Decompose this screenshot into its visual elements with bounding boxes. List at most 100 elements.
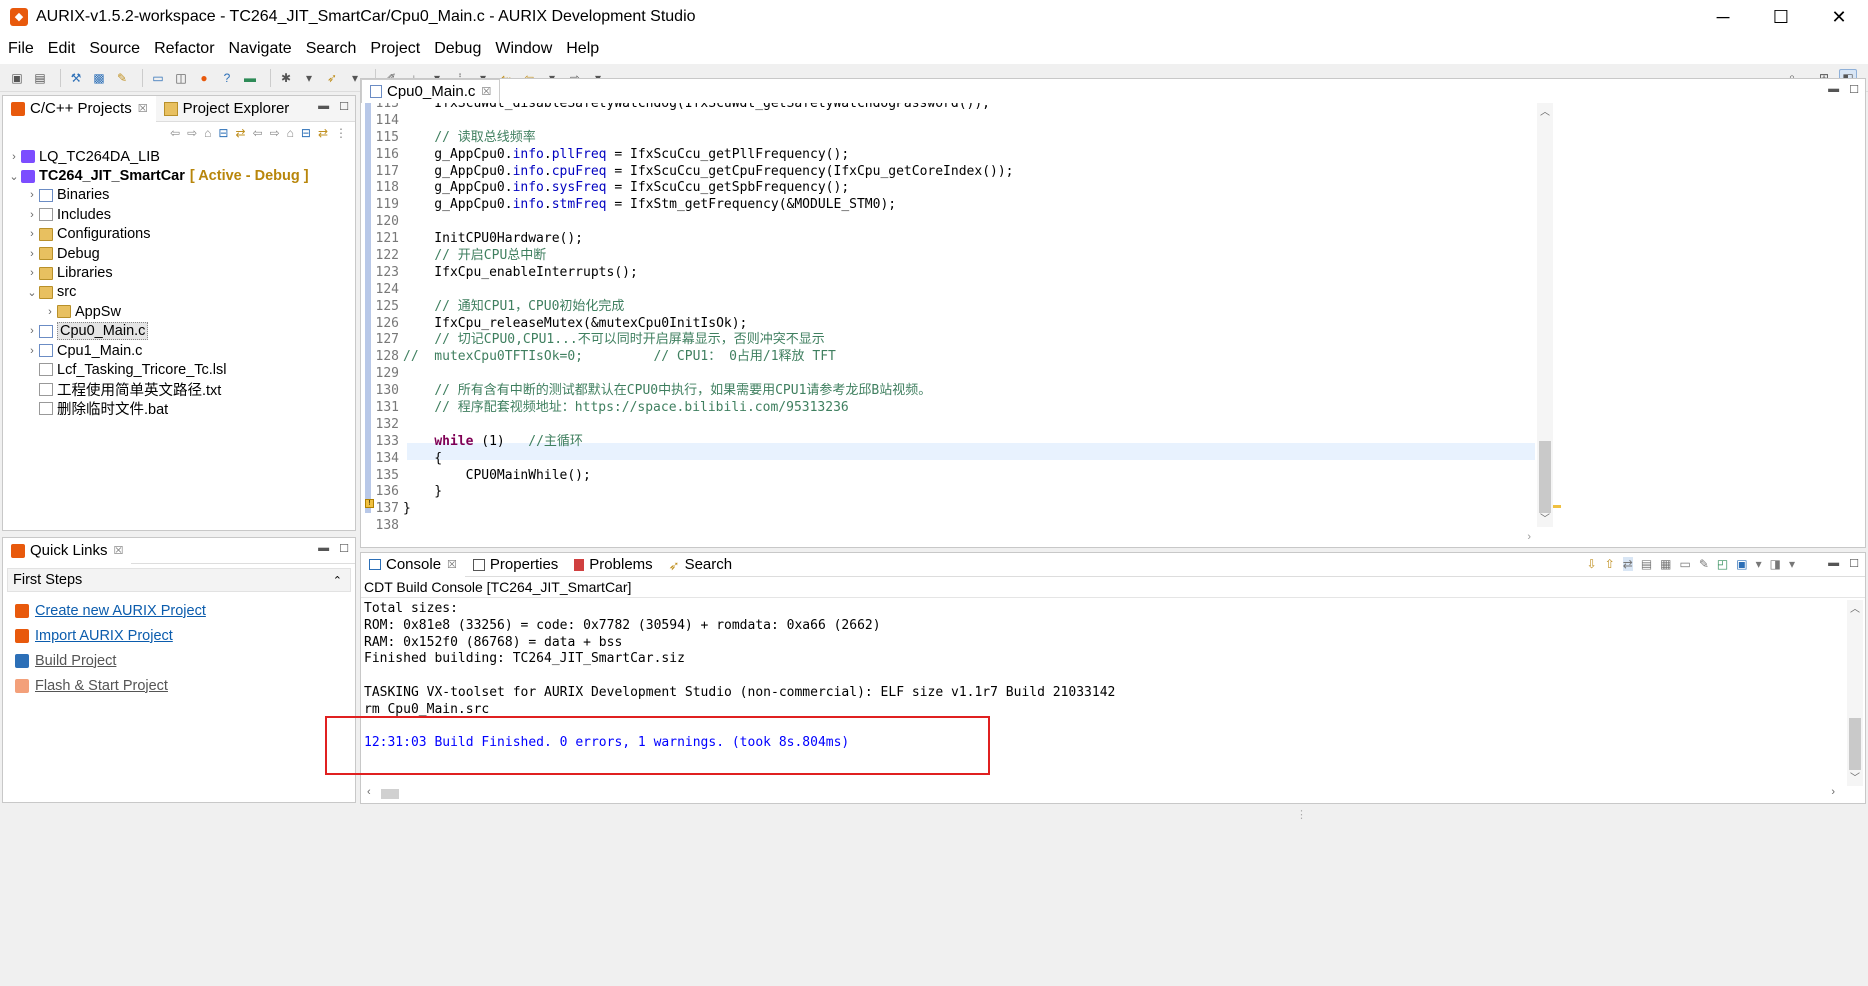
chevron-right-icon[interactable]: › — [25, 248, 39, 260]
home-2-icon[interactable]: ⌂ — [287, 126, 294, 140]
first-steps-section[interactable]: First Steps ⌃ — [7, 568, 351, 592]
chevron-right-icon[interactable]: › — [43, 306, 57, 318]
console-scroll-thumb[interactable] — [1849, 718, 1861, 770]
menu-file[interactable]: File — [8, 40, 34, 58]
collapse-all-2-icon[interactable]: ⊟ — [301, 126, 311, 140]
menu-debug[interactable]: Debug — [434, 40, 481, 58]
view-menu-icon[interactable]: ⋮ — [335, 126, 347, 140]
quick-link-label[interactable]: Create new AURIX Project — [35, 603, 206, 619]
scroll-lock-up-icon[interactable]: ⇧ — [1605, 557, 1615, 571]
close-button[interactable]: ✕ — [1810, 0, 1868, 34]
maximize-view-icon[interactable]: ☐ — [339, 100, 349, 113]
tree-item[interactable]: › Debug — [3, 244, 355, 263]
tab-cpu0-main[interactable]: Cpu0_Main.c ☒ — [361, 79, 501, 103]
show-console-icon[interactable]: ▭ — [1680, 557, 1691, 571]
chevron-down-icon[interactable]: ⌄ — [25, 286, 39, 299]
tab-search[interactable]: ➶ Search — [661, 553, 740, 577]
scroll-up-arrow[interactable]: ︿ — [1537, 103, 1553, 118]
tree-item[interactable]: › Binaries — [3, 186, 355, 205]
tab-cpp-projects[interactable]: C/C++ Projects ☒ — [3, 95, 156, 122]
save-icon[interactable]: ▣ — [8, 69, 26, 87]
editor-hscrollbar[interactable]: › — [361, 531, 1537, 547]
scroll-down-arrow[interactable]: ﹀ — [1537, 510, 1553, 525]
chevron-right-icon[interactable]: › — [25, 267, 39, 279]
tree-item[interactable]: › Includes — [3, 205, 355, 224]
scroll-thumb[interactable] — [1539, 441, 1551, 513]
tree-item[interactable]: Lcf_Tasking_Tricore_Tc.lsl — [3, 360, 355, 379]
chevron-right-icon[interactable]: › — [25, 209, 39, 221]
tree-item[interactable]: 工程使用简单英文路径.txt — [3, 380, 355, 399]
close-console-icon[interactable]: ☒ — [447, 558, 457, 571]
window-icon[interactable]: ◫ — [172, 69, 190, 87]
tree-item[interactable]: › Configurations — [3, 225, 355, 244]
forward-nav-2-icon[interactable]: ⇨ — [270, 126, 280, 140]
minimize-quick-links-icon[interactable]: ▬ — [318, 542, 329, 555]
minimize-button[interactable]: ─ — [1694, 0, 1752, 34]
chat-icon[interactable]: ▬ — [241, 69, 259, 87]
tab-quick-links[interactable]: Quick Links ☒ — [3, 537, 132, 564]
back-nav-icon[interactable]: ⇦ — [170, 126, 180, 140]
tree-item[interactable]: › Libraries — [3, 263, 355, 282]
tree-item[interactable]: 删除临时文件.bat — [3, 399, 355, 418]
chevron-right-icon[interactable]: › — [7, 151, 21, 163]
tree-item[interactable]: › Cpu0_Main.c — [3, 322, 355, 341]
maximize-button[interactable]: ☐ — [1752, 0, 1810, 34]
close-tab-icon[interactable]: ☒ — [138, 102, 148, 115]
new-console-icon[interactable]: ◰ — [1717, 557, 1728, 571]
console-vscrollbar[interactable]: ︿ ﹀ — [1847, 600, 1863, 786]
debug-icon[interactable]: ✱ — [277, 69, 295, 87]
tree-item[interactable]: ⌄ src — [3, 283, 355, 302]
link-editor-icon[interactable]: ⇄ — [235, 126, 245, 140]
maximize-editor-icon[interactable]: ☐ — [1849, 83, 1859, 96]
maximize-quick-links-icon[interactable]: ☐ — [339, 542, 349, 555]
menu-edit[interactable]: Edit — [48, 40, 76, 58]
chevron-right-icon[interactable]: › — [25, 228, 39, 240]
debug-dropdown-icon[interactable]: ▾ — [300, 69, 318, 87]
console-scroll-left[interactable]: ‹ — [367, 786, 371, 798]
console-scroll-up[interactable]: ︿ — [1847, 600, 1863, 615]
tree-item[interactable]: › Cpu1_Main.c — [3, 341, 355, 360]
open-dropdown-icon[interactable]: ▾ — [1789, 557, 1795, 571]
collapse-all-icon[interactable]: ⊟ — [218, 126, 228, 140]
flash-icon[interactable]: ● — [195, 69, 213, 87]
menu-refactor[interactable]: Refactor — [154, 40, 214, 58]
tab-properties[interactable]: Properties — [465, 553, 566, 577]
minimize-console-icon[interactable]: ▬ — [1828, 557, 1839, 570]
chevron-down-icon[interactable]: ⌄ — [7, 170, 21, 183]
quick-link[interactable]: Import AURIX Project — [15, 623, 355, 648]
build-hammer-icon[interactable]: ⚒ — [67, 69, 85, 87]
console-hscroll-thumb[interactable] — [381, 789, 399, 799]
display-console-icon[interactable]: ▣ — [1736, 557, 1747, 571]
home-icon[interactable]: ⌂ — [204, 126, 211, 140]
code-area[interactable]: 113 IfxScuWdt_disableSafetyWatchdog(IfxS… — [361, 103, 1537, 535]
scroll-lock-down-icon[interactable]: ⇩ — [1587, 557, 1597, 571]
maximize-console-icon[interactable]: ☐ — [1849, 557, 1859, 570]
scroll-right-arrow[interactable]: › — [1527, 531, 1531, 543]
tab-problems[interactable]: Problems — [566, 553, 660, 577]
quick-link-label[interactable]: Import AURIX Project — [35, 628, 173, 644]
display-dropdown-icon[interactable]: ▾ — [1756, 557, 1762, 571]
console-scroll-right[interactable]: › — [1831, 786, 1835, 798]
tree-item[interactable]: › LQ_TC264DA_LIB — [3, 147, 355, 166]
save-all-icon[interactable]: ▤ — [31, 69, 49, 87]
tree-item[interactable]: ⌄ TC264_JIT_SmartCar[ Active - Debug ] — [3, 166, 355, 185]
menu-source[interactable]: Source — [89, 40, 140, 58]
chevron-right-icon[interactable]: › — [25, 325, 39, 337]
tab-console[interactable]: Console ☒ — [361, 552, 465, 577]
menu-window[interactable]: Window — [495, 40, 552, 58]
close-quick-links-icon[interactable]: ☒ — [114, 544, 124, 557]
help-icon[interactable]: ? — [218, 69, 236, 87]
quick-link-label[interactable]: Flash & Start Project — [35, 678, 168, 694]
editor-vscrollbar[interactable]: ︿ ﹀ — [1537, 103, 1553, 527]
quick-link[interactable]: Flash & Start Project — [15, 673, 355, 698]
collapse-section-icon[interactable]: ⌃ — [333, 574, 342, 587]
close-editor-tab-icon[interactable]: ☒ — [481, 85, 491, 98]
minimize-view-icon[interactable]: ▬ — [318, 100, 329, 113]
menu-project[interactable]: Project — [370, 40, 420, 58]
menu-navigate[interactable]: Navigate — [229, 40, 292, 58]
link-editor-2-icon[interactable]: ⇄ — [318, 126, 328, 140]
console-hscrollbar[interactable]: ‹ › — [361, 786, 1847, 802]
chevron-right-icon[interactable]: › — [25, 189, 39, 201]
quick-link[interactable]: Create new AURIX Project — [15, 598, 355, 623]
open-console-icon[interactable]: ◨ — [1770, 557, 1781, 571]
